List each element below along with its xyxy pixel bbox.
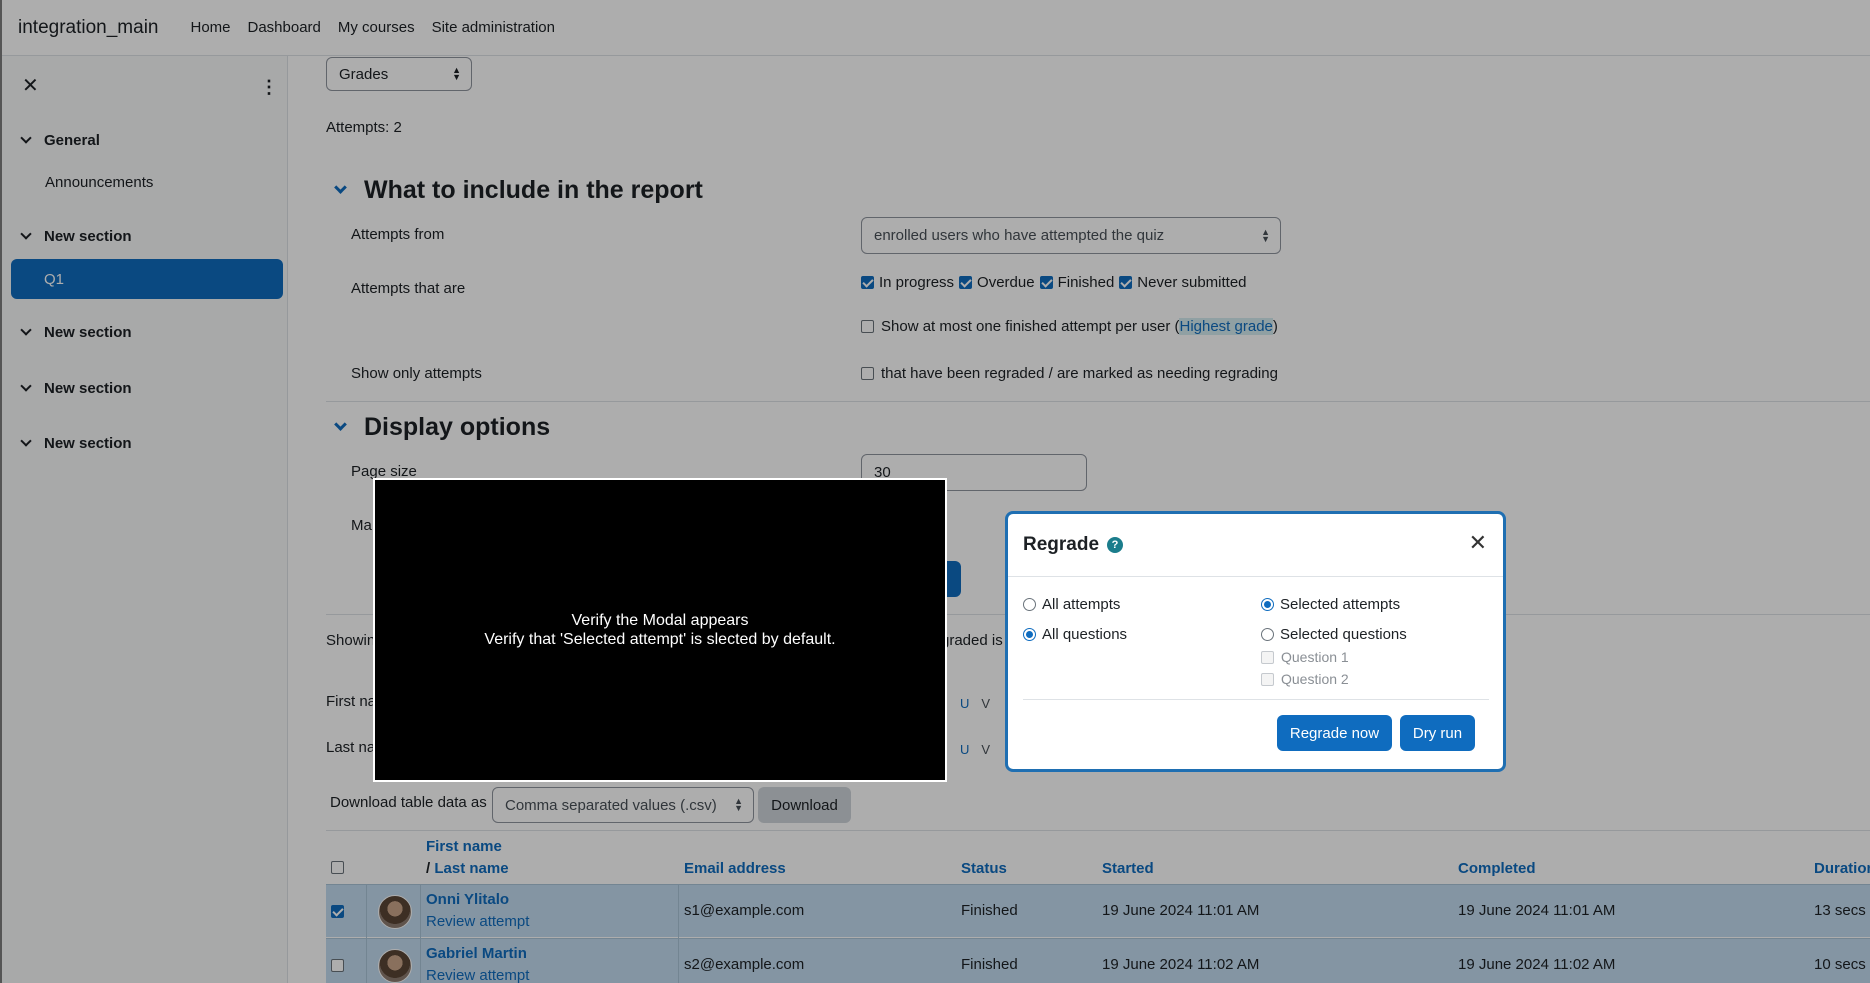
window-edge xyxy=(0,0,2,983)
option-all-questions[interactable]: All questions xyxy=(1023,626,1127,643)
close-icon[interactable]: ✕ xyxy=(1469,532,1487,554)
radio-all-questions[interactable] xyxy=(1023,628,1036,641)
regrade-now-button[interactable]: Regrade now xyxy=(1277,715,1392,751)
option-selected-attempts[interactable]: Selected attempts xyxy=(1261,596,1400,613)
video-caption-overlay: Verify the Modal appears Verify that 'Se… xyxy=(373,478,947,782)
option-label: All questions xyxy=(1042,626,1128,643)
option-label: All attempts xyxy=(1042,596,1121,613)
option-all-attempts[interactable]: All attempts xyxy=(1023,596,1120,613)
page: integration_main Home Dashboard My cours… xyxy=(0,0,1870,983)
option-label: Selected attempts xyxy=(1280,596,1401,613)
option-question-2: Question 2 xyxy=(1261,671,1349,687)
caption-line-1: Verify the Modal appears xyxy=(571,612,749,629)
modal-divider xyxy=(1023,699,1489,700)
checkbox-question-1 xyxy=(1261,650,1274,664)
option-label: Question 2 xyxy=(1281,671,1349,687)
help-icon[interactable]: ? xyxy=(1107,537,1124,553)
radio-selected-questions[interactable] xyxy=(1261,628,1274,641)
checkbox-question-2 xyxy=(1261,672,1274,686)
option-question-1: Question 1 xyxy=(1261,649,1349,665)
modal-header: Regrade ? ✕ xyxy=(1008,514,1503,577)
option-label: Question 1 xyxy=(1281,649,1349,665)
radio-all-attempts[interactable] xyxy=(1023,598,1036,611)
option-label: Selected questions xyxy=(1280,626,1407,643)
modal-title-text: Regrade xyxy=(1023,534,1100,555)
regrade-modal: Regrade ? ✕ All attempts Selected attemp… xyxy=(1005,511,1506,772)
radio-selected-attempts[interactable] xyxy=(1261,598,1274,611)
option-selected-questions[interactable]: Selected questions xyxy=(1261,626,1407,643)
caption-line-2: Verify that 'Selected attempt' is slecte… xyxy=(484,631,836,648)
dry-run-button[interactable]: Dry run xyxy=(1400,715,1475,751)
modal-title: Regrade ? xyxy=(1023,534,1124,556)
